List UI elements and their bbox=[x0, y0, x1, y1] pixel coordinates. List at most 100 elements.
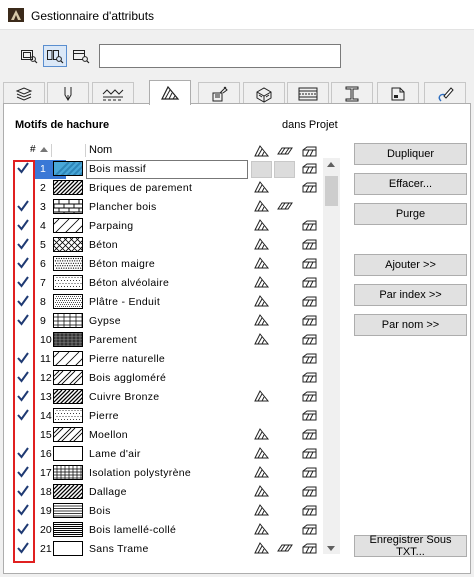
cut-fill-icon bbox=[302, 410, 317, 421]
list-row[interactable]: 6 Béton maigre bbox=[13, 255, 331, 274]
list-row[interactable]: 8 Plâtre - Enduit bbox=[13, 293, 331, 312]
tab-pens[interactable] bbox=[47, 82, 89, 104]
row-index: 6 bbox=[40, 258, 46, 270]
list-row[interactable]: 11 Pierre naturelle bbox=[13, 350, 331, 369]
list-view-icon bbox=[21, 50, 38, 64]
purge-button[interactable]: Purge bbox=[354, 203, 467, 225]
preview-view-icon bbox=[73, 50, 90, 64]
tab-line-types[interactable] bbox=[92, 82, 134, 104]
line-types-icon bbox=[102, 88, 124, 100]
row-name: Bois lamellé-collé bbox=[89, 524, 177, 536]
preview-view-button[interactable] bbox=[69, 45, 93, 67]
pattern-swatch bbox=[53, 332, 83, 347]
tab-zones[interactable] bbox=[377, 82, 419, 104]
markup-icon bbox=[438, 86, 454, 101]
list-row[interactable]: 12 Bois aggloméré bbox=[13, 369, 331, 388]
list-row[interactable]: 7 Béton alvéolaire bbox=[13, 274, 331, 293]
tab-fill-patterns[interactable] bbox=[149, 80, 191, 105]
tab-surfaces[interactable] bbox=[198, 82, 240, 104]
row-index: 2 bbox=[40, 182, 46, 194]
scrollbar[interactable] bbox=[323, 158, 340, 554]
row-index: 12 bbox=[40, 372, 52, 384]
cut-fill-icon bbox=[302, 146, 317, 157]
surfaces-icon bbox=[212, 86, 228, 101]
save-as-txt-button[interactable]: Enregistrer Sous TXT... bbox=[354, 534, 467, 558]
list-row[interactable]: 3 Plancher bois bbox=[13, 198, 331, 217]
pen-icon bbox=[64, 86, 72, 101]
tab-markup[interactable] bbox=[424, 82, 466, 104]
scrollbar-thumb[interactable] bbox=[325, 176, 338, 206]
list-row[interactable]: 16 Lame d'air bbox=[13, 445, 331, 464]
row-name: Bois aggloméré bbox=[89, 372, 167, 384]
row-index: 21 bbox=[40, 543, 52, 555]
fill-patterns-icon bbox=[254, 200, 270, 212]
list-row[interactable]: 5 Béton bbox=[13, 236, 331, 255]
add-button[interactable]: Ajouter >> bbox=[354, 254, 467, 276]
fill-patterns-icon bbox=[254, 257, 270, 269]
fill-patterns-icon bbox=[254, 295, 270, 307]
fill-patterns-icon bbox=[254, 485, 270, 497]
scroll-up-arrow-icon[interactable] bbox=[327, 162, 335, 167]
row-name: Pierre bbox=[89, 410, 119, 422]
fill-patterns-icon bbox=[254, 523, 270, 535]
list-row[interactable]: 21 Sans Trame bbox=[13, 540, 331, 559]
tab-building-materials[interactable] bbox=[243, 82, 285, 104]
pattern-swatch bbox=[53, 484, 83, 499]
fill-pattern-list[interactable]: 1 Bois massif 2 Briques de parement 3 Planche… bbox=[13, 160, 331, 560]
disabled-cell bbox=[274, 161, 295, 178]
tab-layers[interactable] bbox=[3, 82, 45, 104]
list-row[interactable]: 13 Cuivre Bronze bbox=[13, 388, 331, 407]
header-name[interactable]: Nom bbox=[89, 144, 112, 156]
cut-fill-icon bbox=[302, 277, 317, 288]
composites-icon bbox=[298, 87, 318, 100]
fill-patterns-icon bbox=[161, 85, 180, 100]
duplicate-button[interactable]: Dupliquer bbox=[354, 143, 467, 165]
list-row[interactable]: 17 Isolation polystyrène bbox=[13, 464, 331, 483]
fill-patterns-icon bbox=[254, 504, 270, 516]
fill-patterns-icon bbox=[254, 276, 270, 288]
row-index: 11 bbox=[40, 353, 51, 365]
row-name: Moellon bbox=[89, 429, 128, 441]
scroll-down-arrow-icon[interactable] bbox=[327, 546, 335, 551]
list-row[interactable]: 4 Parpaing bbox=[13, 217, 331, 236]
tab-profiles[interactable] bbox=[331, 82, 373, 104]
detail-view-button[interactable] bbox=[43, 45, 67, 67]
fill-patterns-icon bbox=[254, 181, 270, 193]
pattern-swatch bbox=[53, 218, 83, 233]
delete-button[interactable]: Effacer... bbox=[354, 173, 467, 195]
add-by-name-button[interactable]: Par nom >> bbox=[354, 314, 467, 336]
row-name: Béton alvéolaire bbox=[89, 277, 170, 289]
pattern-swatch bbox=[53, 503, 83, 518]
header-hash[interactable]: # bbox=[30, 144, 36, 155]
add-by-index-button[interactable]: Par index >> bbox=[354, 284, 467, 306]
list-row[interactable]: 1 Bois massif bbox=[13, 160, 331, 179]
list-row[interactable]: 10 Parement bbox=[13, 331, 331, 350]
cut-fill-icon bbox=[302, 486, 317, 497]
pattern-swatch bbox=[53, 256, 83, 271]
fill-patterns-icon bbox=[254, 219, 270, 231]
row-name[interactable]: Bois massif bbox=[89, 163, 146, 175]
cut-fill-icon bbox=[302, 524, 317, 535]
cut-fill-icon bbox=[302, 239, 317, 250]
fill-patterns-icon bbox=[254, 447, 270, 459]
search-input[interactable] bbox=[99, 44, 341, 68]
list-row[interactable]: 18 Dallage bbox=[13, 483, 331, 502]
list-row[interactable]: 9 Gypse bbox=[13, 312, 331, 331]
row-name: Lame d'air bbox=[89, 448, 141, 460]
cover-fill-icon bbox=[277, 202, 293, 210]
list-row[interactable]: 15 Moellon bbox=[13, 426, 331, 445]
row-index: 4 bbox=[40, 220, 46, 232]
header-separator bbox=[85, 144, 86, 157]
tab-composites[interactable] bbox=[287, 82, 329, 104]
list-row[interactable]: 14 Pierre bbox=[13, 407, 331, 426]
row-index: 17 bbox=[40, 467, 52, 479]
list-view-button[interactable] bbox=[17, 45, 41, 67]
row-index: 5 bbox=[40, 239, 46, 251]
list-row[interactable]: 19 Bois bbox=[13, 502, 331, 521]
row-index: 9 bbox=[40, 315, 46, 327]
list-row[interactable]: 2 Briques de parement bbox=[13, 179, 331, 198]
list-row[interactable]: 20 Bois lamellé-collé bbox=[13, 521, 331, 540]
cut-fill-icon bbox=[302, 182, 317, 193]
row-index: 10 bbox=[40, 334, 52, 346]
row-index: 14 bbox=[40, 410, 52, 422]
